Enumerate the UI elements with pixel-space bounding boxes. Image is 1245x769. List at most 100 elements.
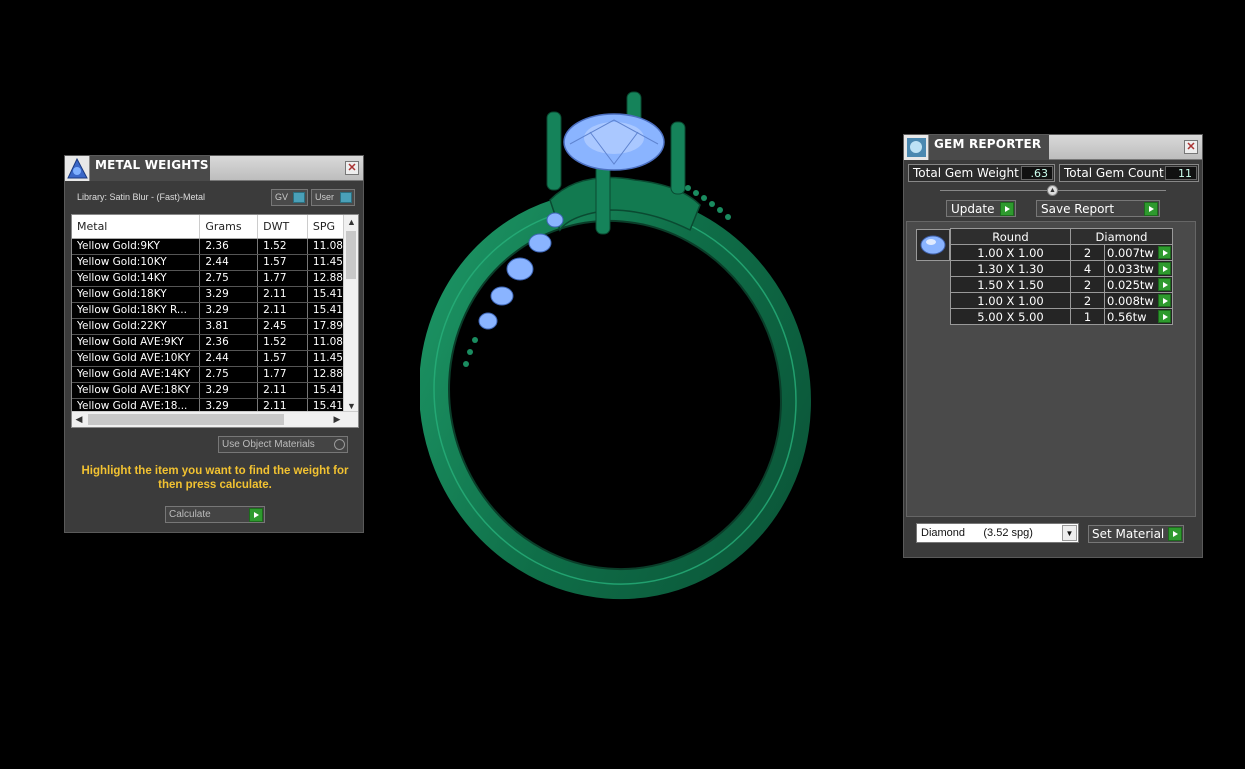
metal-cell: Yellow Gold:10KY	[72, 254, 201, 271]
toggle-knob-icon	[293, 192, 305, 203]
table-row[interactable]: 1.00 X 1.00 2 0.007tw	[950, 244, 1173, 261]
table-row[interactable]: Yellow Gold:18KY R... 3.29 2.11 15.41	[72, 302, 345, 319]
weight-value: 0.007tw	[1107, 245, 1154, 260]
spg-cell: 15.41	[307, 286, 345, 303]
horizontal-scrollbar[interactable]: ◀ ▶	[72, 411, 358, 427]
radio-icon[interactable]	[334, 439, 345, 450]
scroll-thumb[interactable]	[346, 231, 356, 279]
update-button[interactable]: Update	[946, 200, 1016, 217]
gem-reporter-logo-icon	[904, 135, 929, 160]
weight-cell: 0.007tw	[1104, 244, 1173, 261]
chevron-down-icon[interactable]: ▼	[1062, 525, 1077, 541]
spg-cell: 12.88	[307, 366, 345, 383]
table-row[interactable]: 5.00 X 5.00 1 0.56tw	[950, 308, 1173, 325]
count-cell: 2	[1070, 276, 1105, 293]
dwt-cell: 2.11	[257, 382, 308, 399]
material-select[interactable]: Diamond (3.52 spg) ▼	[916, 523, 1079, 543]
gem-table: Round Diamond 1.00 X 1.00 2 0.007tw 1.30 X …	[950, 228, 1173, 325]
table-row[interactable]: Yellow Gold:14KY 2.75 1.77 12.88	[72, 270, 345, 287]
play-arrow-icon[interactable]	[1158, 294, 1171, 307]
column-header-diamond: Diamond	[1070, 228, 1173, 245]
save-report-button[interactable]: Save Report	[1036, 200, 1160, 217]
metal-cell: Yellow Gold AVE:18KY	[72, 382, 201, 399]
play-arrow-icon[interactable]	[1158, 278, 1171, 291]
metal-cell: Yellow Gold AVE:14KY	[72, 366, 201, 383]
play-arrow-icon[interactable]	[249, 508, 263, 522]
weight-value: 0.008tw	[1107, 293, 1154, 308]
ring-band	[420, 190, 811, 600]
total-gem-weight-value: .63	[1021, 166, 1053, 180]
size-cell: 1.50 X 1.50	[950, 276, 1071, 293]
metal-cell: Yellow Gold:18KY R...	[72, 302, 201, 319]
column-header-dwt[interactable]: DWT	[257, 215, 308, 239]
material-select-value: Diamond (3.52 spg)	[921, 527, 1033, 539]
weight-cell: 0.56tw	[1104, 308, 1173, 325]
scroll-thumb[interactable]	[88, 414, 284, 425]
play-arrow-icon[interactable]	[1158, 246, 1171, 259]
total-gem-weight: Total Gem Weight .63	[908, 164, 1055, 182]
use-object-materials-option[interactable]: Use Object Materials	[218, 436, 348, 453]
metal-cell: Yellow Gold AVE:9KY	[72, 334, 201, 351]
collapse-icon[interactable]: ▲	[1047, 185, 1058, 196]
column-header-spg[interactable]: SPG	[307, 215, 345, 239]
gem-reporter-panel: GEM REPORTER ✕ Total Gem Weight .63 Tota…	[903, 134, 1203, 558]
column-header-grams[interactable]: Grams	[199, 215, 259, 239]
play-arrow-icon[interactable]	[1158, 310, 1171, 323]
grams-cell: 2.75	[199, 366, 259, 383]
scroll-right-icon[interactable]: ▶	[330, 412, 344, 427]
weight-cell: 0.008tw	[1104, 292, 1173, 309]
user-toggle[interactable]: User	[311, 189, 355, 206]
metal-cell: Yellow Gold AVE:10KY	[72, 350, 201, 367]
table-row[interactable]: 1.00 X 1.00 2 0.008tw	[950, 292, 1173, 309]
spg-cell: 15.41	[307, 302, 345, 319]
gem-reporter-title: GEM REPORTER	[934, 137, 1042, 151]
table-row[interactable]: 1.30 X 1.30 4 0.033tw	[950, 260, 1173, 277]
table-row[interactable]: Yellow Gold:18KY 3.29 2.11 15.41	[72, 286, 345, 303]
spg-cell: 11.45	[307, 350, 345, 367]
scroll-up-icon[interactable]: ▲	[344, 215, 358, 229]
size-cell: 1.00 X 1.00	[950, 244, 1071, 261]
weight-cell: 0.033tw	[1104, 260, 1173, 277]
save-report-label: Save Report	[1041, 202, 1115, 216]
prong	[670, 121, 686, 195]
calculate-button[interactable]: Calculate	[165, 506, 265, 523]
spg-cell: 17.89	[307, 318, 345, 335]
prong	[546, 111, 562, 191]
table-row[interactable]: Yellow Gold AVE:14KY 2.75 1.77 12.88	[72, 366, 345, 383]
metal-cell: Yellow Gold:14KY	[72, 270, 201, 287]
size-cell: 1.30 X 1.30	[950, 260, 1071, 277]
play-arrow-icon[interactable]	[1168, 527, 1182, 541]
round-diamond-icon[interactable]	[916, 229, 950, 261]
ring-3d-viewport[interactable]	[420, 80, 820, 600]
grams-cell: 3.81	[199, 318, 259, 335]
gem-reporter-titlebar[interactable]: GEM REPORTER ✕	[904, 135, 1202, 160]
table-row[interactable]: 1.50 X 1.50 2 0.025tw	[950, 276, 1173, 293]
close-icon[interactable]: ✕	[345, 161, 359, 175]
play-arrow-icon[interactable]	[1144, 202, 1158, 216]
table-row[interactable]: Yellow Gold:9KY 2.36 1.52 11.08	[72, 238, 345, 255]
table-row[interactable]: Yellow Gold:10KY 2.44 1.57 11.45	[72, 254, 345, 271]
weight-value: 0.033tw	[1107, 261, 1154, 276]
spg-cell: 11.08	[307, 238, 345, 255]
dwt-cell: 2.11	[257, 302, 308, 319]
table-row[interactable]: Yellow Gold AVE:10KY 2.44 1.57 11.45	[72, 350, 345, 367]
table-row[interactable]: Yellow Gold AVE:18KY 3.29 2.11 15.41	[72, 382, 345, 399]
vertical-scrollbar[interactable]: ▲ ▼	[343, 215, 358, 413]
metal-weights-titlebar[interactable]: METAL WEIGHTS ✕	[65, 156, 363, 181]
play-arrow-icon[interactable]	[1000, 202, 1014, 216]
total-gem-count-value: 11	[1165, 166, 1197, 180]
metal-table[interactable]: Metal Grams DWT SPG Yellow Gold:9KY 2.36 1…	[71, 214, 359, 428]
metal-cell: Yellow Gold:18KY	[72, 286, 201, 303]
grams-cell: 3.29	[199, 286, 259, 303]
close-icon[interactable]: ✕	[1184, 140, 1198, 154]
table-row[interactable]: Yellow Gold:22KY 3.81 2.45 17.89	[72, 318, 345, 335]
play-arrow-icon[interactable]	[1158, 262, 1171, 275]
gv-toggle[interactable]: GV	[271, 189, 308, 206]
table-row[interactable]: Yellow Gold AVE:9KY 2.36 1.52 11.08	[72, 334, 345, 351]
weight-value: 0.56tw	[1107, 309, 1147, 324]
grams-cell: 2.44	[199, 350, 259, 367]
column-header-round: Round	[950, 228, 1071, 245]
set-material-button[interactable]: Set Material	[1088, 525, 1184, 543]
scroll-left-icon[interactable]: ◀	[72, 412, 86, 427]
column-header-metal[interactable]: Metal	[72, 215, 201, 239]
